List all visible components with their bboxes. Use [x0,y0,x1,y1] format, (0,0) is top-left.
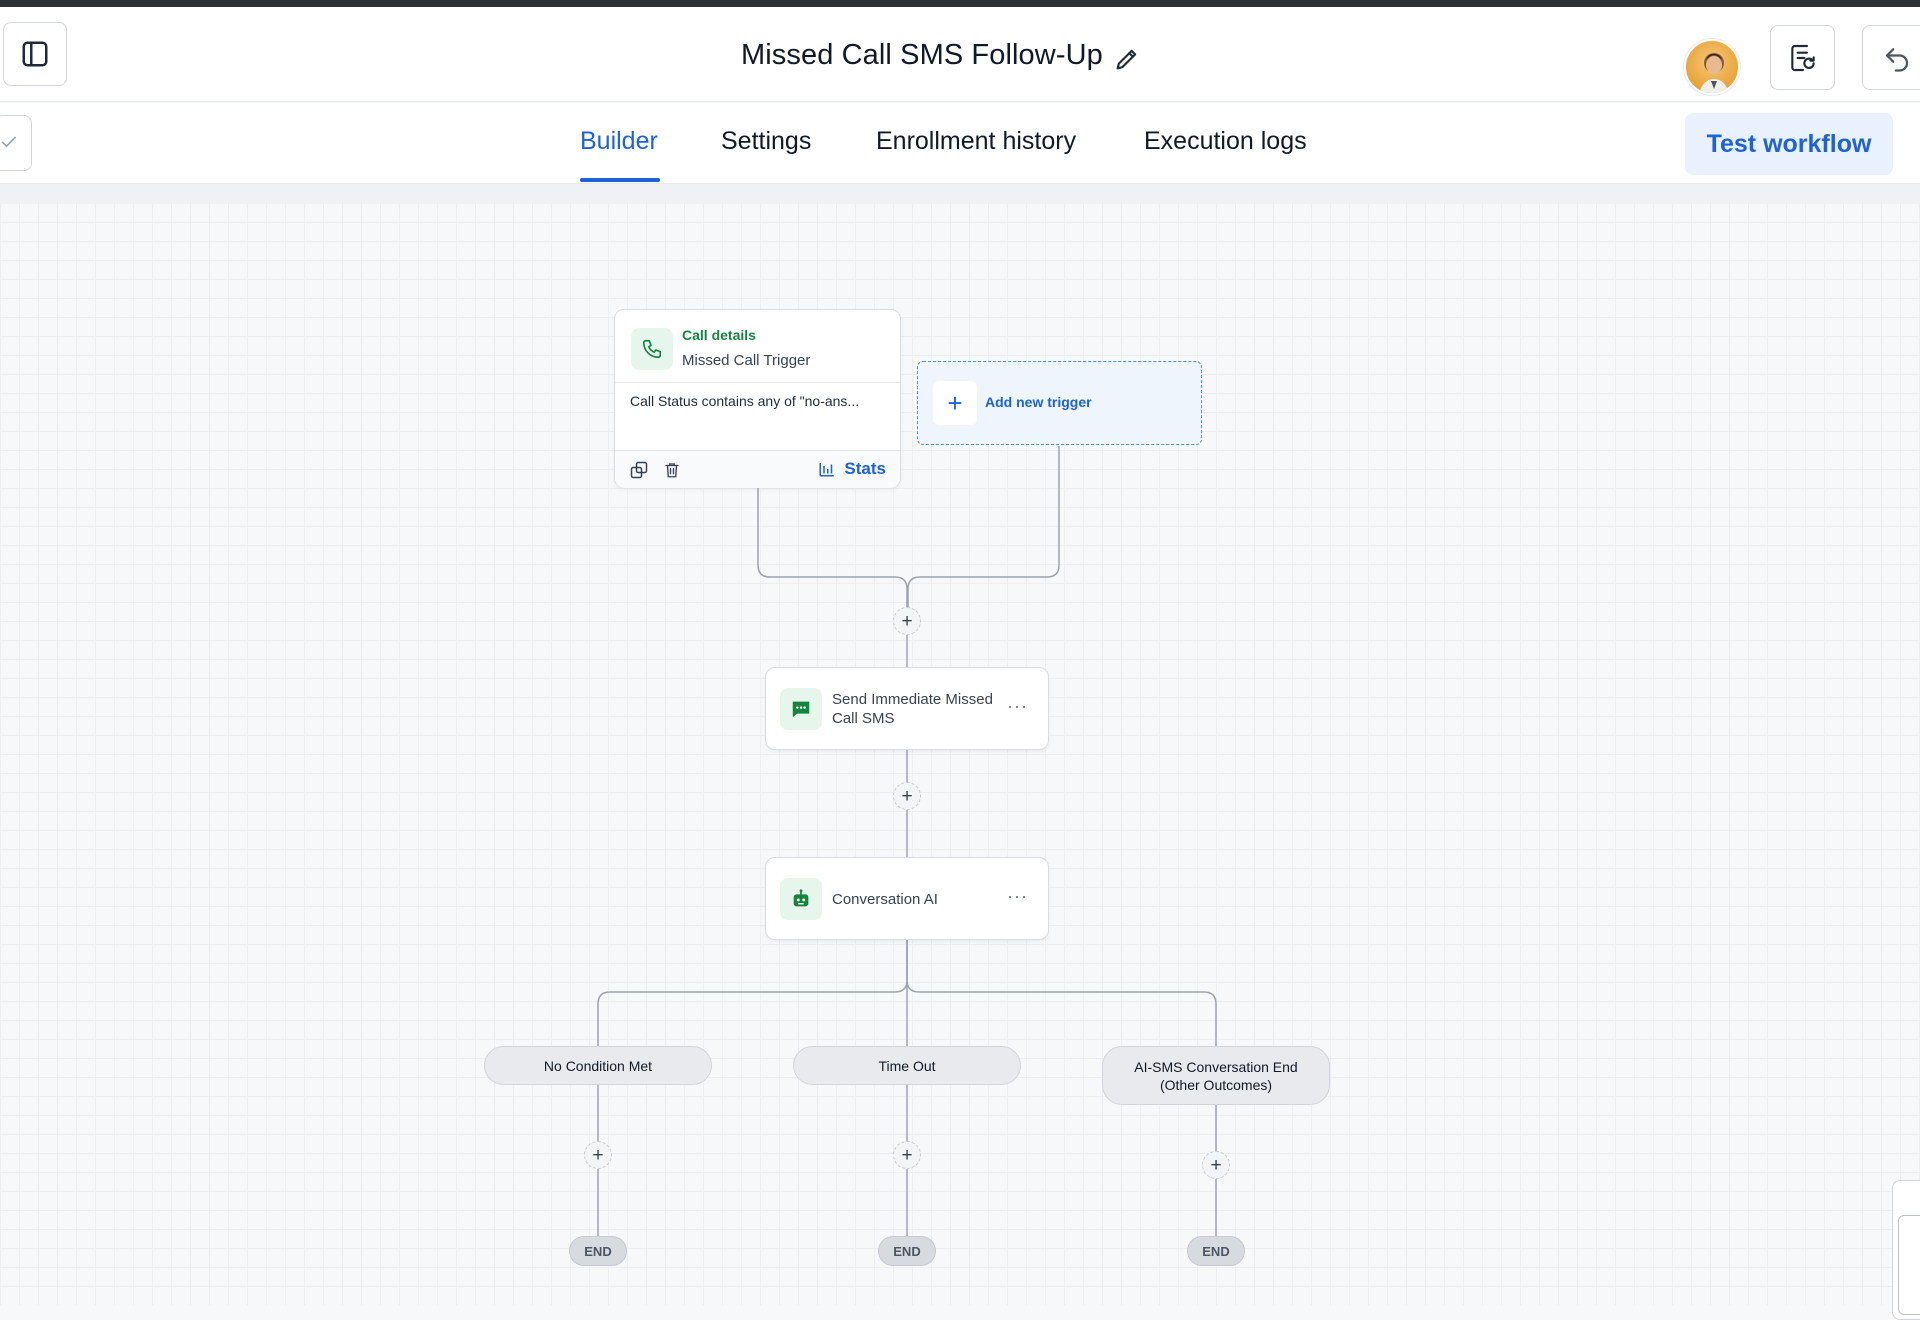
more-options-icon[interactable]: ··· [1007,696,1028,717]
trigger-category: Call details [682,327,756,343]
action-card-conversation-ai[interactable]: Conversation AI ··· [765,857,1049,940]
add-step-button[interactable]: + [584,1141,612,1169]
trigger-name: Missed Call Trigger [682,352,811,369]
action-label: Send Immediate Missed Call SMS [832,691,993,727]
branch-ai-sms-conversation-end[interactable]: AI-SMS Conversation End (Other Outcomes) [1102,1046,1330,1105]
end-node: END [569,1236,627,1266]
connector-lines [597,446,1217,1236]
add-new-trigger-button[interactable]: + Add new trigger [917,361,1202,445]
trigger-card[interactable]: Call details Missed Call Trigger Call St… [614,309,901,488]
bar-chart-icon [819,463,835,477]
end-node: END [878,1236,936,1266]
end-node: END [1187,1236,1245,1266]
side-panel-inner-edge [1898,1215,1920,1315]
sms-icon [780,688,822,730]
add-trigger-label: Add new trigger [985,394,1092,410]
trigger-footer: Stats [615,450,900,488]
trash-icon[interactable] [663,461,681,479]
add-step-button[interactable]: + [893,1141,921,1169]
branch-no-condition-met[interactable]: No Condition Met [484,1046,712,1085]
stats-button[interactable]: Stats [818,459,886,479]
trigger-divider [615,382,900,383]
stats-label: Stats [844,459,886,478]
branch-time-out[interactable]: Time Out [793,1046,1021,1085]
add-step-button[interactable]: + [893,607,921,635]
add-step-button[interactable]: + [1202,1151,1230,1179]
trigger-condition: Call Status contains any of "no-ans... [630,393,860,409]
phone-icon [631,328,673,370]
more-options-icon[interactable]: ··· [1007,886,1028,907]
action-label: Conversation AI [832,891,938,908]
robot-icon [780,878,822,920]
plus-icon: + [933,381,977,425]
copy-icon[interactable] [629,460,649,480]
add-step-button[interactable]: + [893,782,921,810]
action-card-send-sms[interactable]: Send Immediate Missed Call SMS ··· [765,667,1049,750]
